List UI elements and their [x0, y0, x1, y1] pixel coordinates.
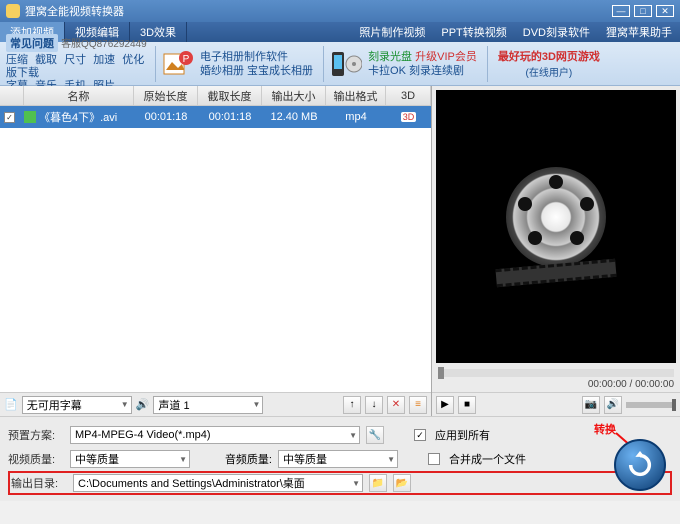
subtitle-combo[interactable]: 无可用字幕▼ — [22, 396, 132, 414]
output-label: 输出目录: — [11, 475, 67, 491]
settings-panel: 转换 预置方案: MP4-MPEG-4 Video(*.mp4)▼ 🔧 ✓ 应用… — [0, 416, 680, 501]
titlebar: 狸窝全能视频转换器 — □ ✕ — [0, 0, 680, 22]
album-text[interactable]: 电子相册制作软件婚纱相册 宝宝成长相册 — [200, 50, 323, 78]
game-link[interactable]: 最好玩的3D网页游戏(在线用户) — [488, 48, 610, 79]
minimize-button[interactable]: — — [612, 5, 630, 17]
col-size[interactable]: 输出大小 — [262, 86, 326, 105]
scrub-bar[interactable] — [438, 369, 674, 377]
move-down-button[interactable]: ↓ — [365, 396, 383, 414]
open-folder-button[interactable]: 📂 — [393, 474, 411, 492]
apply-all-checkbox[interactable]: ✓ — [414, 429, 426, 441]
col-fmt[interactable]: 输出格式 — [326, 86, 386, 105]
close-button[interactable]: ✕ — [656, 5, 674, 17]
aq-combo[interactable]: 中等质量▼ — [278, 450, 398, 468]
file-list-panel: 名称 原始长度 截取长度 输出大小 输出格式 3D ✓ 《暮色4下》.avi 0… — [0, 86, 432, 416]
time-display: 00:00:00 / 00:00:00 — [432, 379, 680, 392]
apply-all-label: 应用到所有 — [435, 427, 490, 443]
cell-size: 12.40 MB — [262, 111, 326, 123]
remove-button[interactable]: ✕ — [387, 396, 405, 414]
merge-label: 合并成一个文件 — [449, 451, 526, 467]
scrub-handle[interactable] — [438, 367, 444, 379]
col-3d[interactable]: 3D — [386, 86, 431, 105]
table-row[interactable]: ✓ 《暮色4下》.avi 00:01:18 00:01:18 12.40 MB … — [0, 106, 431, 128]
faq-link[interactable]: 压缩 — [6, 54, 28, 66]
player-controls: ▶ ■ 📷 🔊 — [432, 392, 680, 416]
faq-link[interactable]: 加速 — [93, 54, 115, 66]
preset-label: 预置方案: — [8, 427, 64, 443]
list-menu-button[interactable]: ≡ — [409, 396, 427, 414]
col-name[interactable]: 名称 — [24, 86, 134, 105]
faq-link[interactable]: 截取 — [35, 54, 57, 66]
col-cliplen[interactable]: 截取长度 — [198, 86, 262, 105]
link-apple-helper[interactable]: 狸窝苹果助手 — [598, 22, 680, 42]
stop-button[interactable]: ■ — [458, 396, 476, 414]
list-toolbar: 📄 无可用字幕▼ 🔊 声道 1▼ ↑ ↓ ✕ ≡ — [0, 392, 431, 416]
app-title: 狸窝全能视频转换器 — [25, 3, 124, 19]
film-reel-icon — [496, 167, 616, 287]
3d-badge[interactable]: 3D — [401, 112, 417, 122]
file-icon — [24, 111, 36, 123]
snapshot-button[interactable]: 📷 — [582, 396, 600, 414]
faq-link[interactable]: 尺寸 — [64, 54, 86, 66]
faq-contact: 客服QQ876292449 — [61, 39, 147, 50]
link-dvd-burn[interactable]: DVD刻录软件 — [515, 22, 598, 42]
subtitle-icon: 📄 — [4, 398, 18, 411]
play-button[interactable]: ▶ — [436, 396, 454, 414]
table-header: 名称 原始长度 截取长度 输出大小 输出格式 3D — [0, 86, 431, 106]
preset-settings-button[interactable]: 🔧 — [366, 426, 384, 444]
album-icon[interactable]: P — [162, 48, 194, 80]
cell-origlen: 00:01:18 — [134, 111, 198, 123]
col-origlen[interactable]: 原始长度 — [134, 86, 198, 105]
row-checkbox[interactable]: ✓ — [4, 112, 15, 123]
cell-fmt: mp4 — [326, 111, 386, 123]
preview-panel: 00:00:00 / 00:00:00 ▶ ■ 📷 🔊 — [432, 86, 680, 416]
vq-combo[interactable]: 中等质量▼ — [70, 450, 190, 468]
phone-dvd-icon[interactable] — [330, 48, 362, 80]
volume-slider[interactable] — [626, 402, 676, 408]
burn-text[interactable]: 刻录光盘 升级VIP会员 卡拉OK 刻录连续剧 — [368, 50, 487, 78]
link-photo-video[interactable]: 照片制作视频 — [351, 22, 433, 42]
move-up-button[interactable]: ↑ — [343, 396, 361, 414]
aq-label: 音频质量: — [216, 451, 272, 467]
vq-label: 视频质量: — [8, 451, 64, 467]
faq-title: 常见问题 — [6, 34, 58, 52]
output-combo[interactable]: C:\Documents and Settings\Administrator\… — [73, 474, 363, 492]
volume-button[interactable]: 🔊 — [604, 396, 622, 414]
merge-checkbox[interactable] — [428, 453, 440, 465]
cell-cliplen: 00:01:18 — [198, 111, 262, 123]
preview-area — [436, 90, 676, 363]
audio-icon: 🔊 — [136, 398, 150, 411]
toolbar: 常见问题 客服QQ876292449 压缩 截取 尺寸 加速 优化版下载 字幕 … — [0, 42, 680, 86]
preset-combo[interactable]: MP4-MPEG-4 Video(*.mp4)▼ — [70, 426, 360, 444]
maximize-button[interactable]: □ — [634, 5, 652, 17]
svg-text:P: P — [183, 54, 190, 65]
browse-button[interactable]: 📁 — [369, 474, 387, 492]
link-ppt-video[interactable]: PPT转换视频 — [433, 22, 514, 42]
audio-combo[interactable]: 声道 1▼ — [153, 396, 263, 414]
convert-button[interactable] — [614, 439, 666, 491]
table-body: ✓ 《暮色4下》.avi 00:01:18 00:01:18 12.40 MB … — [0, 106, 431, 392]
app-icon — [6, 4, 20, 18]
cell-name: 《暮色4下》.avi — [24, 109, 134, 125]
